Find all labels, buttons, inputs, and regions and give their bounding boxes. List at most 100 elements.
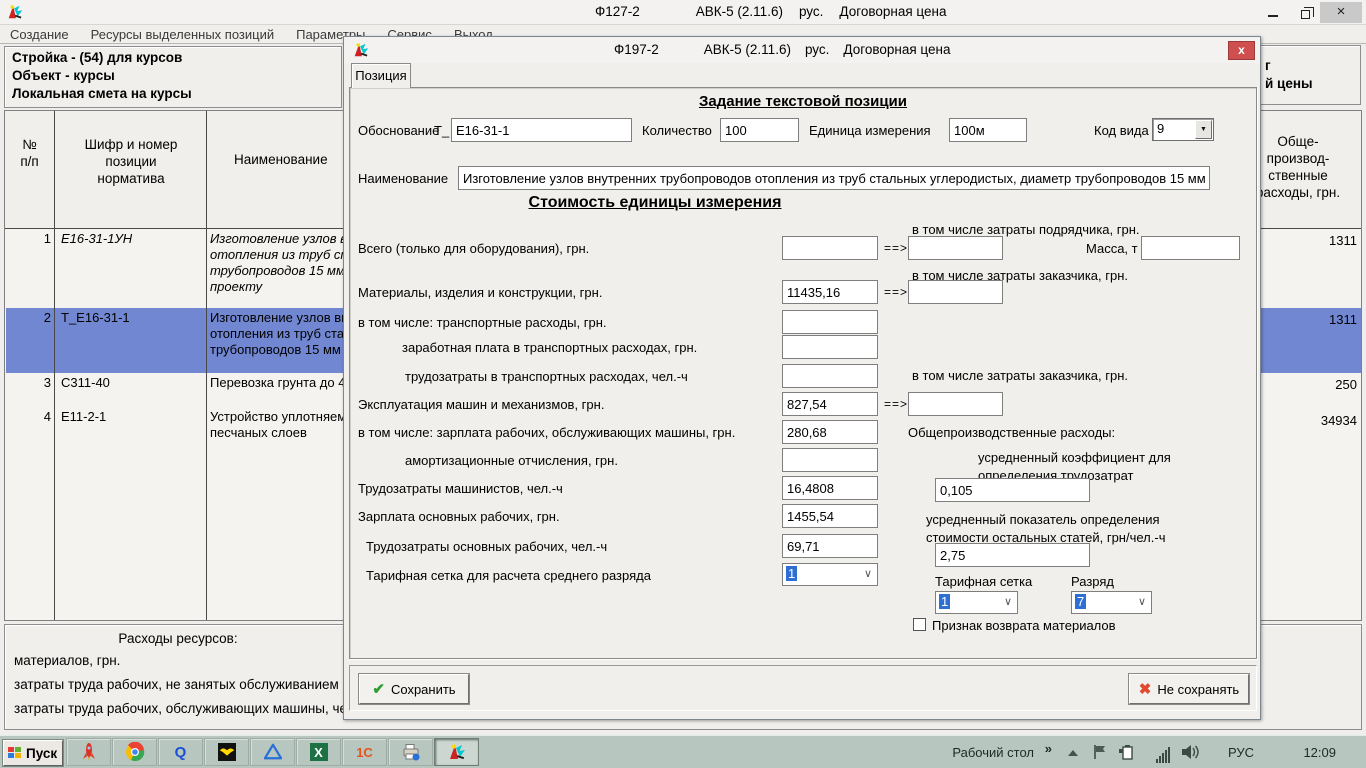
quantity-label: Количество xyxy=(642,123,712,138)
restore-icon[interactable] xyxy=(1290,2,1320,23)
table-row-code[interactable]: Т_Е16-31-1 xyxy=(61,310,130,326)
info-line-stroyka: Стройка - (54) для курсов xyxy=(12,50,182,65)
worktype-dropdown[interactable]: 9 ▼ xyxy=(1152,118,1214,141)
materials-customer-input[interactable] xyxy=(908,280,1003,304)
tariff-value: 1 xyxy=(939,594,950,609)
arrow-icon: ==> xyxy=(884,285,908,299)
table-row-overhead[interactable]: 250 xyxy=(1275,377,1357,393)
col-header-num: № п/п xyxy=(5,136,54,170)
workers-salary-input[interactable] xyxy=(782,504,878,528)
rocket-icon[interactable] xyxy=(66,738,111,766)
main-title-form: Ф127-2 xyxy=(595,4,640,19)
tariff-grid-dropdown[interactable]: 1 ∨ xyxy=(782,563,878,586)
dialog-close-icon[interactable]: x xyxy=(1228,41,1255,60)
chevron-down-icon: ∨ xyxy=(864,567,872,580)
flag-icon[interactable] xyxy=(1092,744,1108,763)
printer-icon[interactable] xyxy=(388,738,433,766)
total-input[interactable] xyxy=(782,236,878,260)
save-button[interactable]: ✔ Сохранить xyxy=(359,674,469,704)
machinists-labor-input[interactable] xyxy=(782,476,878,500)
windows-logo-icon xyxy=(8,747,22,760)
machinists-salary-input[interactable] xyxy=(782,420,878,444)
toolbar-chevron-icon[interactable]: » xyxy=(1045,741,1052,756)
overhead-indicator-input[interactable] xyxy=(935,543,1090,567)
transport-input[interactable] xyxy=(782,310,878,334)
menu-item-resursy[interactable]: Ресурсы выделенных позиций xyxy=(91,27,274,42)
qdir-icon[interactable]: Q xyxy=(158,738,203,766)
language-indicator[interactable]: РУС xyxy=(1228,745,1254,760)
table-row-overhead[interactable]: 34934 xyxy=(1275,413,1357,429)
table-row-name[interactable]: Перевозка грунта до 4 xyxy=(210,375,345,391)
table-row-name[interactable]: Изготовление узлов вн отопления из труб … xyxy=(210,310,348,358)
table-row-num[interactable]: 2 xyxy=(5,310,51,326)
cancel-button[interactable]: ✖ Не сохранять xyxy=(1129,674,1249,704)
table-row-name[interactable]: Изготовление узлов в отопления из труб с… xyxy=(210,231,351,295)
minimize-icon[interactable] xyxy=(1258,2,1288,23)
machinists-salary-label: в том числе: зарплата рабочих, обслужива… xyxy=(358,425,735,440)
x-icon: ✖ xyxy=(1139,680,1152,698)
chrome-icon[interactable] xyxy=(112,738,157,766)
amortization-input[interactable] xyxy=(782,448,878,472)
avk-app-icon xyxy=(6,3,24,24)
table-row-num[interactable]: 1 xyxy=(5,231,51,247)
table-row-num[interactable]: 4 xyxy=(5,409,51,425)
basis-input[interactable] xyxy=(451,118,632,142)
workers-labor-input[interactable] xyxy=(782,534,878,558)
dialog-heading: Задание текстовой позиции xyxy=(350,93,1256,110)
info-line-obekt: Объект - курсы xyxy=(12,68,115,83)
return-materials-checkbox[interactable] xyxy=(913,618,926,631)
total-contractor-input[interactable] xyxy=(908,236,1003,260)
mass-label: Масса, т xyxy=(1086,241,1138,256)
materials-input[interactable] xyxy=(782,280,878,304)
table-row-overhead[interactable]: 1311 xyxy=(1275,312,1357,328)
arrow-icon: ==> xyxy=(884,397,908,411)
start-button[interactable]: Пуск xyxy=(3,740,63,766)
show-hidden-icons[interactable] xyxy=(1068,750,1078,756)
grade-dropdown[interactable]: 7 ∨ xyxy=(1071,591,1152,614)
close-icon[interactable]: × xyxy=(1320,2,1362,23)
avk-app-icon xyxy=(352,41,370,62)
resources-line: материалов, грн. xyxy=(14,653,120,668)
column-divider xyxy=(54,111,55,620)
basis-label: Обоснование xyxy=(358,123,439,138)
transport-labor-input[interactable] xyxy=(782,364,878,388)
bat-icon[interactable] xyxy=(204,738,249,766)
mass-input[interactable] xyxy=(1141,236,1240,260)
1c-icon[interactable]: 1С xyxy=(342,738,387,766)
table-row-name[interactable]: Устройство уплотняем песчаных слоев xyxy=(210,409,346,441)
worktype-value: 9 xyxy=(1157,121,1164,136)
tariff-dropdown[interactable]: 1 ∨ xyxy=(935,591,1018,614)
position-dialog: Ф197-2 АВК-5 (2.11.6) рус. Договорная це… xyxy=(343,36,1261,720)
chevron-down-icon: ∨ xyxy=(1004,595,1012,608)
column-divider xyxy=(206,111,207,620)
transport-salary-input[interactable] xyxy=(782,335,878,359)
table-row-code[interactable]: С311-40 xyxy=(61,375,110,391)
table-row-code[interactable]: Е11-2-1 xyxy=(61,409,106,425)
unit-input[interactable] xyxy=(949,118,1027,142)
table-row-overhead[interactable]: 1311 xyxy=(1275,233,1357,249)
machines-input[interactable] xyxy=(782,392,878,416)
chevron-down-icon: ∨ xyxy=(1138,595,1146,608)
network-signal-icon[interactable] xyxy=(1156,747,1170,763)
clock[interactable]: 12:09 xyxy=(1303,745,1336,760)
main-window-title: Ф127-2 АВК-5 (2.11.6) рус. Договорная це… xyxy=(595,4,946,19)
machines-customer-input[interactable] xyxy=(908,392,1003,416)
triangle-app-icon[interactable] xyxy=(250,738,295,766)
desktop-toolbar-label[interactable]: Рабочий стол xyxy=(952,745,1034,760)
chevron-down-icon[interactable]: ▼ xyxy=(1195,120,1212,139)
speaker-icon[interactable] xyxy=(1180,744,1200,763)
name-input[interactable] xyxy=(458,166,1210,190)
table-row-code[interactable]: Е16-31-1УН xyxy=(61,231,132,247)
overhead-title: Общепроизводственные расходы: xyxy=(908,425,1115,440)
resources-line: затраты труда рабочих, обслуживающих маш… xyxy=(14,701,370,716)
battery-icon[interactable] xyxy=(1118,744,1136,763)
menu-item-sozdanie[interactable]: Создание xyxy=(10,27,69,42)
avk-icon[interactable] xyxy=(434,738,479,766)
quantity-input[interactable] xyxy=(720,118,799,142)
tab-poziciya[interactable]: Позиция xyxy=(351,63,411,88)
excel-icon[interactable]: X xyxy=(296,738,341,766)
overhead-coeff-input[interactable] xyxy=(935,478,1090,502)
table-row-num[interactable]: 3 xyxy=(5,375,51,391)
workers-labor-label: Трудозатраты основных рабочих, чел.-ч xyxy=(366,539,607,554)
dialog-title: Ф197-2 АВК-5 (2.11.6) рус. Договорная це… xyxy=(614,42,950,57)
